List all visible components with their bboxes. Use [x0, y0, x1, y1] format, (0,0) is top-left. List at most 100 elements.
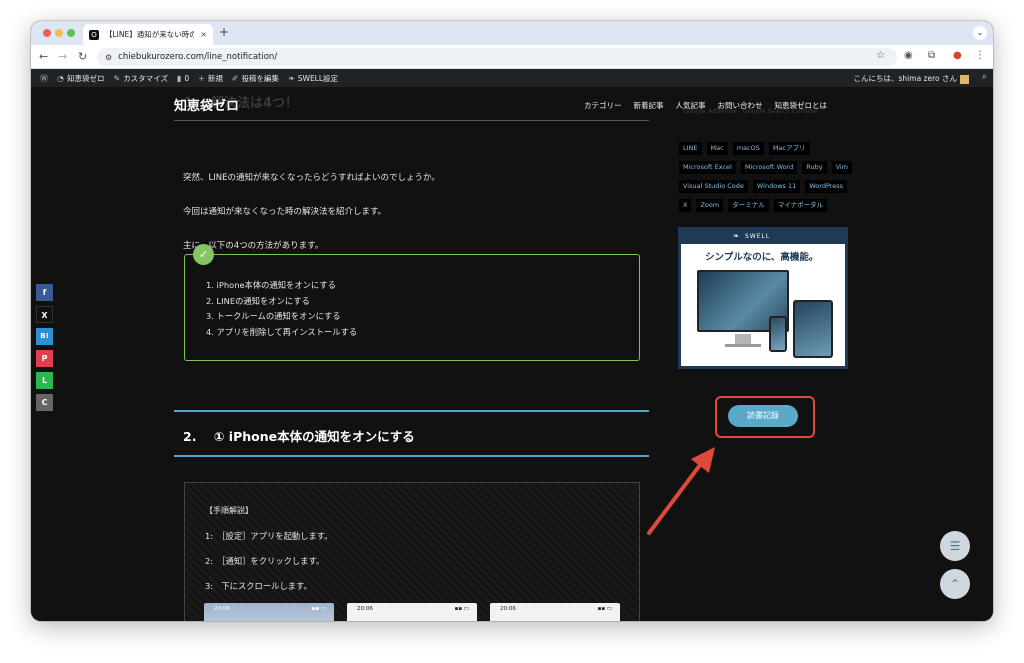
active-tab[interactable]: O 【LINE】通知が来ない時の対処 × [83, 24, 213, 45]
signal-battery-icon: ▪▪ ▭ [454, 606, 469, 612]
list-item: 3. トークルームの通知をオンにする [206, 311, 341, 321]
page-content: 1. 解決法は4つ！ 知恵袋ゼロ カテゴリー 新着記事 人気記事 お問い合わせ … [31, 87, 993, 621]
section-heading-border-top [174, 410, 649, 412]
step-item: 2: ［通知］をクリックします。 [205, 556, 325, 566]
scroll-top-chevron-icon[interactable]: ⌃ [940, 569, 970, 599]
check-icon: ✓ [193, 244, 214, 265]
wp-admin-bar: Ⓦ ◔ 知恵袋ゼロ ✎ カスタマイズ ▮ 0 + 新規 ✐ 投稿を編集 ❧ SWELL設定 … [31, 69, 993, 87]
steps-title: 【手順解説】 [205, 506, 253, 515]
faint-tag-row: Google AdSense Google Search Console [683, 107, 818, 115]
admin-greeting[interactable]: こんにちは、shima zero さん [854, 73, 969, 84]
tablet-image [793, 300, 833, 358]
tag-link[interactable]: X [679, 199, 692, 212]
user-avatar-icon[interactable]: ● [953, 50, 962, 61]
tag-link[interactable]: macOS [732, 142, 764, 155]
address-bar[interactable]: ⚙ chiebukurozero.com/line_notification/ [97, 48, 897, 66]
share-hatena-icon[interactable]: B! [36, 328, 53, 345]
tag-link[interactable]: Visual Studio Code [679, 180, 748, 193]
tag-link[interactable]: Microsoft Word [740, 161, 798, 174]
dashboard-icon: ◔ [57, 73, 64, 83]
brush-icon: ✎ [113, 73, 121, 83]
minimize-window-button[interactable] [55, 29, 63, 37]
new-tab-button[interactable]: + [219, 25, 229, 39]
red-arrow-annotation [647, 447, 715, 535]
steps-box [184, 482, 640, 621]
tag-link[interactable]: Ruby [802, 161, 827, 174]
section-heading-border-bottom [174, 455, 649, 457]
paragraph: 今回は通知が来なくなった時の解決法を紹介します。 [183, 207, 387, 217]
paragraph: 突然、LINEの通知が来なくなったらどうすればよいのでしょうか。 [183, 173, 440, 183]
banner-text: シンプルなのに、高機能。 [705, 252, 819, 263]
forward-arrow-icon[interactable]: → [58, 50, 67, 63]
site-info-icon[interactable]: ⚙ [105, 53, 112, 62]
bookmark-star-icon[interactable]: ☆ [876, 50, 885, 61]
tab-title: 【LINE】通知が来ない時の対処 [105, 30, 195, 39]
share-facebook-icon[interactable]: f [36, 284, 53, 301]
admin-site-name[interactable]: ◔ 知恵袋ゼロ [57, 73, 104, 84]
browser-menu-icon[interactable]: ⋮ [975, 50, 985, 61]
swell-leaf-icon: ❧ [733, 232, 739, 240]
tag-link[interactable]: Windows 11 [752, 180, 801, 193]
screenshot-thumbnail: 20:06 ▪▪ ▭ [490, 603, 620, 621]
admin-search-icon[interactable]: ⌕ [982, 72, 987, 82]
phone-image [769, 316, 787, 352]
nav-item-new[interactable]: 新着記事 [634, 100, 664, 111]
tag-link[interactable]: Zoom [696, 199, 724, 212]
banner-logo: SWELL [745, 233, 771, 240]
step-item: 1: ［設定］アプリを起動します。 [205, 531, 333, 541]
toc-list-icon[interactable]: ☰ [940, 531, 970, 561]
extensions-puzzle-icon[interactable]: ⧉ [928, 50, 935, 61]
tag-link[interactable]: LINE [679, 142, 702, 155]
back-arrow-icon[interactable]: ← [39, 50, 48, 63]
reload-icon[interactable]: ↻ [78, 50, 87, 63]
tag-link[interactable]: Mac [706, 142, 728, 155]
signal-battery-icon: ▪▪ ▭ [311, 606, 326, 612]
tab-strip: O 【LINE】通知が来ない時の対処 × + ⌄ [31, 21, 993, 45]
tag-link[interactable]: Microsoft Excel [679, 161, 736, 174]
maximize-window-button[interactable] [67, 29, 75, 37]
tag-link[interactable]: Macアプリ [768, 142, 810, 155]
share-copy-icon[interactable]: C [36, 394, 53, 411]
list-item: 2. LINEの通知をオンにする [206, 295, 310, 306]
profile-extension-icon[interactable]: ◉ [904, 50, 913, 61]
tag-link[interactable]: Vim [831, 161, 853, 174]
tag-link[interactable]: WordPress [805, 180, 848, 193]
tag-cloud: LINE Mac macOS Macアプリ Microsoft Excel Mi… [679, 142, 854, 212]
plus-icon: + [198, 73, 205, 83]
admin-avatar [960, 74, 969, 84]
url-text: chiebukurozero.com/line_notification/ [118, 52, 278, 62]
share-line-icon[interactable]: L [36, 372, 53, 389]
screenshot-thumbnail: 20:06 ▪▪ ▭ [347, 603, 477, 621]
tab-close-icon[interactable]: × [200, 30, 207, 39]
admin-customize[interactable]: ✎ カスタマイズ [113, 73, 167, 84]
tag-link[interactable]: ターミナル [728, 199, 769, 212]
site-header: 1. 解決法は4つ！ 知恵袋ゼロ カテゴリー 新着記事 人気記事 お問い合わせ … [174, 87, 854, 121]
list-item: 4. アプリを削除して再インストールする [206, 326, 358, 337]
tab-search-chevron-icon[interactable]: ⌄ [973, 26, 987, 40]
screenshot-thumbnail: 20:06 ▪▪ ▭ [204, 603, 334, 621]
comment-icon: ▮ [176, 73, 182, 83]
tag-link[interactable]: マイナポータル [773, 199, 828, 212]
browser-window: O 【LINE】通知が来ない時の対処 × + ⌄ ← → ↻ ⚙ chiebuk… [31, 21, 993, 621]
swell-leaf-icon: ❧ [288, 73, 295, 83]
share-x-icon[interactable]: X [36, 306, 53, 323]
list-item: 1. iPhone本体の通知をオンにする [206, 280, 336, 290]
share-pocket-icon[interactable]: P [36, 350, 53, 367]
admin-edit-post[interactable]: ✐ 投稿を編集 [232, 73, 279, 84]
heading-underline [174, 120, 649, 121]
wordpress-logo-icon: Ⓦ [40, 73, 48, 83]
reading-log-button[interactable]: 読書記録 [728, 405, 798, 427]
wp-logo-item[interactable]: Ⓦ [40, 73, 48, 84]
browser-toolbar: ← → ↻ ⚙ chiebukurozero.com/line_notifica… [31, 45, 993, 69]
admin-new[interactable]: + 新規 [198, 73, 223, 84]
close-window-button[interactable] [43, 29, 51, 37]
section-heading: 2. ① iPhone本体の通知をオンにする [183, 429, 415, 444]
admin-comments[interactable]: ▮ 0 [177, 74, 189, 83]
swell-banner[interactable]: ❧ SWELL シンプルなのに、高機能。 [678, 227, 848, 369]
site-favicon-icon: O [89, 29, 99, 40]
nav-item-category[interactable]: カテゴリー [584, 100, 622, 111]
site-logo[interactable]: 知恵袋ゼロ [174, 95, 239, 114]
pencil-icon: ✐ [231, 73, 239, 83]
monitor-base [725, 344, 761, 347]
admin-swell-settings[interactable]: ❧ SWELL設定 [288, 73, 338, 84]
